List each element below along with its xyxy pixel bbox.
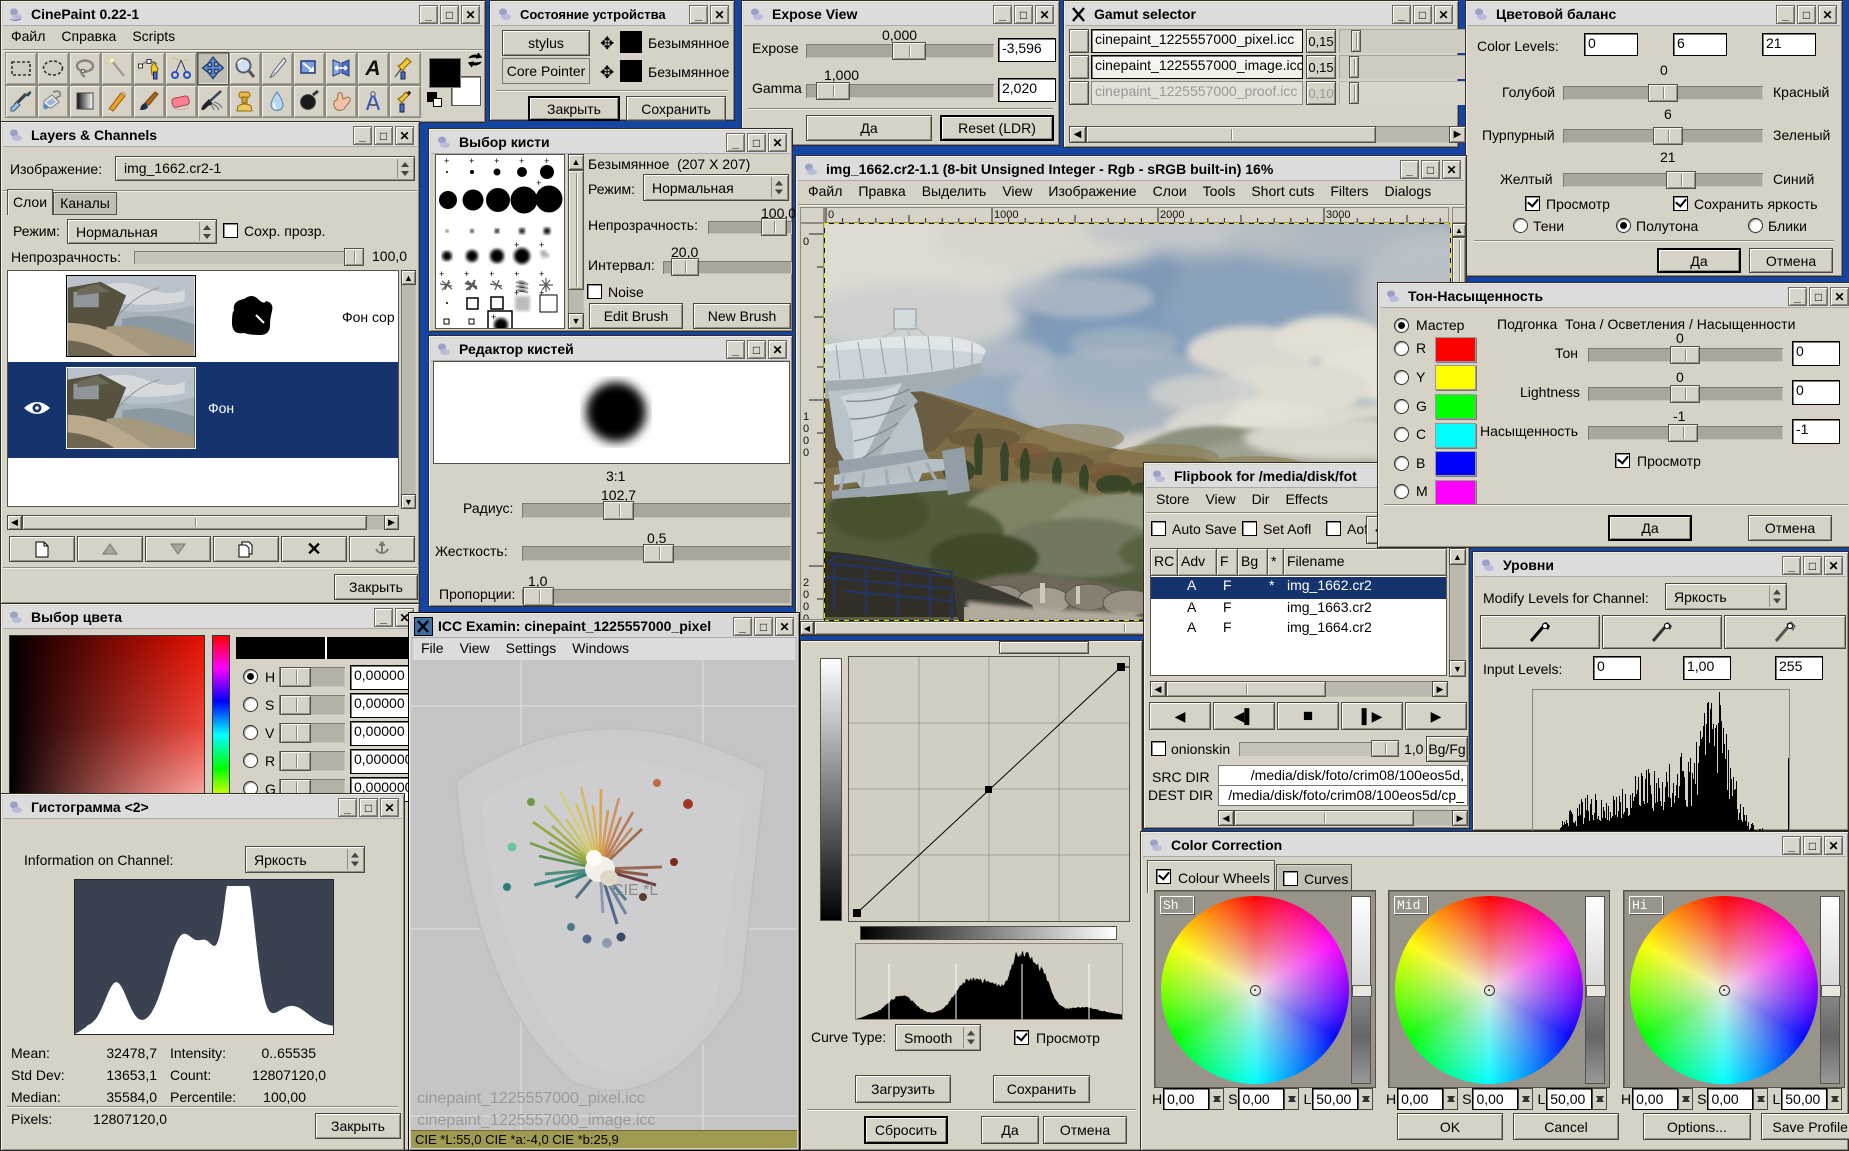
svg-text:+: +	[514, 270, 519, 280]
svg-text:+: +	[489, 270, 494, 280]
svg-text:+: +	[514, 289, 519, 299]
svg-text:A: A	[364, 57, 380, 80]
svg-text:+: +	[464, 270, 469, 280]
svg-text:0: 0	[803, 589, 809, 601]
svg-text:2000: 2000	[1160, 209, 1184, 221]
svg-text:+: +	[514, 241, 519, 251]
svg-text:0: 0	[803, 435, 809, 447]
svg-text:0: 0	[828, 209, 834, 221]
svg-text:+: +	[539, 241, 544, 251]
svg-text:cinepaint_1225557000_image.icc: cinepaint_1225557000_image.icc	[417, 1112, 655, 1129]
svg-text:1000: 1000	[994, 209, 1018, 221]
svg-text:2: 2	[803, 577, 809, 589]
svg-text:+: +	[494, 157, 499, 167]
svg-text:0: 0	[803, 236, 809, 248]
svg-text:+: +	[519, 157, 524, 167]
svg-text:+: +	[536, 179, 541, 189]
svg-text:0: 0	[803, 423, 809, 435]
svg-text:+: +	[469, 157, 474, 167]
svg-text:cinepaint_1225557000_pixel.icc: cinepaint_1225557000_pixel.icc	[417, 1090, 645, 1107]
svg-text:0: 0	[803, 613, 809, 619]
svg-text:3000: 3000	[1326, 209, 1350, 221]
svg-text:0: 0	[803, 447, 809, 459]
svg-text:+: +	[491, 313, 496, 323]
svg-text:+: +	[439, 270, 444, 280]
svg-text:+: +	[539, 289, 544, 299]
svg-text:0: 0	[803, 601, 809, 613]
svg-text:CIE *L: CIE *L	[612, 882, 658, 899]
svg-text:+: +	[444, 157, 449, 167]
svg-text:+: +	[539, 270, 544, 280]
svg-text:1: 1	[803, 411, 809, 423]
